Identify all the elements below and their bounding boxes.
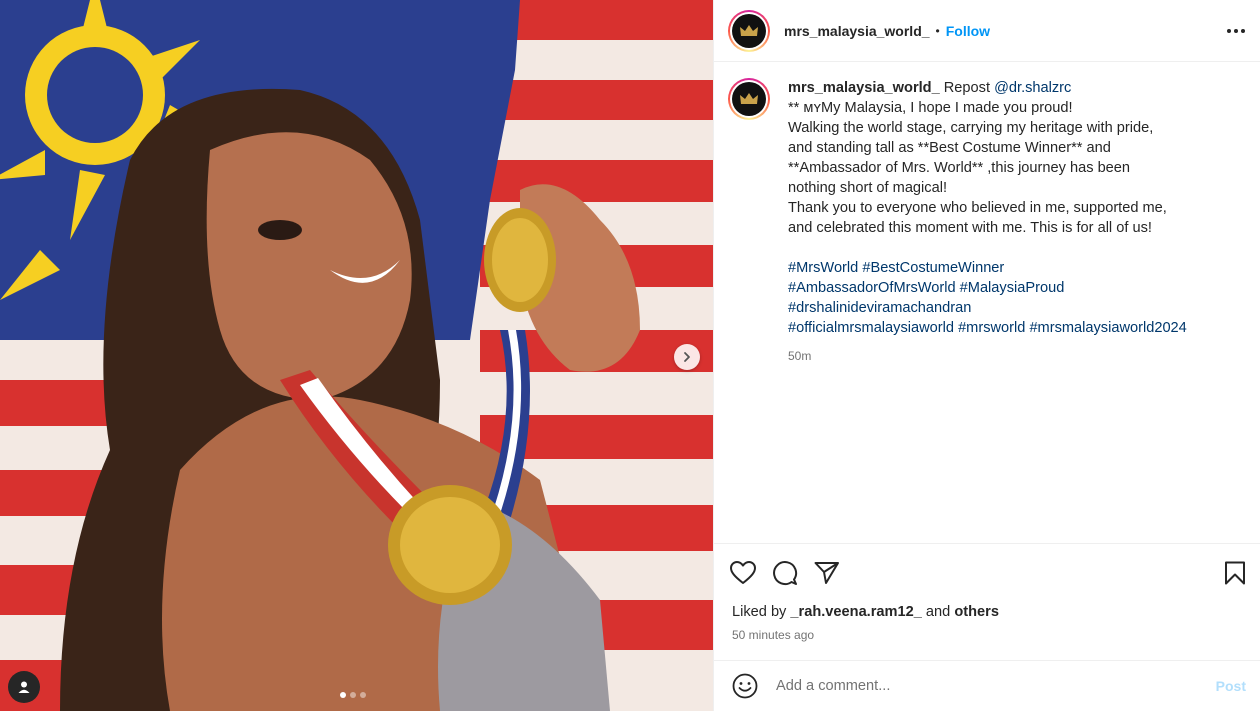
hashtag-link[interactable]: #mrsworld bbox=[958, 320, 1025, 336]
hashtag-line: #drshalinideviramachandran bbox=[788, 298, 1187, 318]
caption-avatar[interactable] bbox=[728, 78, 770, 120]
hashtag-link[interactable]: #AmbassadorOfMrsWorld bbox=[788, 280, 956, 296]
hashtag-link[interactable]: #MrsWorld bbox=[788, 260, 858, 276]
hashtag-line: #AmbassadorOfMrsWorld #MalaysiaProud bbox=[788, 278, 1187, 298]
hashtag-link[interactable]: #drshalinideviramachandran bbox=[788, 300, 971, 316]
post-side-panel: mrs_malaysia_world_ • Follow mrs_malaysi… bbox=[713, 0, 1260, 711]
send-icon bbox=[814, 562, 839, 584]
caption-repost-text: Repost bbox=[943, 80, 991, 96]
carousel-indicator bbox=[340, 692, 366, 698]
hashtag-line: #officialmrsmalaysiaworld #mrsworld #mrs… bbox=[788, 318, 1187, 338]
comment-box: Post bbox=[714, 660, 1260, 711]
carousel-dot bbox=[360, 692, 366, 698]
caption-line: and celebrated this moment with me. This… bbox=[788, 220, 1152, 236]
caption-body: mrs_malaysia_world_ Repost @dr.shalzrc *… bbox=[788, 78, 1187, 366]
header-separator: • bbox=[935, 23, 940, 38]
follow-button[interactable]: Follow bbox=[946, 23, 990, 39]
header-username[interactable]: mrs_malaysia_world_ bbox=[784, 23, 930, 39]
like-button[interactable] bbox=[730, 561, 756, 585]
hashtag-link[interactable]: #MalaysiaProud bbox=[960, 280, 1065, 296]
post-timestamp[interactable]: 50 minutes ago bbox=[732, 628, 814, 642]
likes-summary: Liked by _rah.veena.ram12_ and others bbox=[732, 604, 999, 620]
caption-line: Thank you to everyone who believed in me… bbox=[788, 200, 1167, 216]
tagged-users-button[interactable] bbox=[8, 671, 40, 703]
caption-line: Walking the world stage, carrying my her… bbox=[788, 120, 1154, 136]
crown-logo-icon bbox=[740, 24, 758, 36]
post-header: mrs_malaysia_world_ • Follow bbox=[714, 0, 1260, 62]
bookmark-icon bbox=[1225, 561, 1245, 585]
caption-line: ** ᴍʏMy Malaysia, I hope I made you prou… bbox=[788, 100, 1073, 116]
likes-others-link[interactable]: others bbox=[954, 604, 999, 620]
next-slide-button[interactable] bbox=[674, 344, 700, 370]
profile-avatar[interactable] bbox=[728, 9, 770, 52]
more-horizontal-icon bbox=[1227, 28, 1245, 33]
user-icon bbox=[18, 681, 30, 693]
heart-icon bbox=[730, 561, 756, 584]
hashtag-link[interactable]: #mrsmalaysiaworld2024 bbox=[1029, 320, 1186, 336]
caption-mention[interactable]: @dr.shalzrc bbox=[994, 80, 1071, 96]
more-options-button[interactable] bbox=[1226, 28, 1246, 34]
share-button[interactable] bbox=[814, 561, 840, 585]
caption-line: **Ambassador of Mrs. World** ,this journ… bbox=[788, 160, 1131, 176]
comment-input[interactable] bbox=[776, 678, 1216, 694]
emoji-icon bbox=[732, 673, 758, 699]
caption-line: and standing tall as **Best Costume Winn… bbox=[788, 140, 1111, 156]
hashtag-line: #MrsWorld #BestCostumeWinner bbox=[788, 258, 1187, 278]
liked-by-user-link[interactable]: _rah.veena.ram12_ bbox=[790, 604, 921, 620]
caption-time[interactable]: 50m bbox=[788, 346, 1187, 366]
post-media[interactable] bbox=[0, 0, 713, 711]
likes-prefix: Liked by bbox=[732, 604, 787, 620]
comment-icon bbox=[773, 561, 797, 585]
post-photo bbox=[0, 0, 713, 711]
caption-username[interactable]: mrs_malaysia_world_ bbox=[788, 80, 940, 96]
caption-header-line: mrs_malaysia_world_ Repost @dr.shalzrc bbox=[788, 78, 1187, 98]
caption-line: nothing short of magical! bbox=[788, 180, 947, 196]
hashtag-link[interactable]: #BestCostumeWinner bbox=[862, 260, 1004, 276]
likes-and: and bbox=[925, 604, 951, 620]
save-button[interactable] bbox=[1224, 561, 1246, 585]
post-caption: mrs_malaysia_world_ Repost @dr.shalzrc *… bbox=[728, 78, 1246, 366]
crown-logo-icon bbox=[740, 93, 758, 104]
hashtag-link[interactable]: #officialmrsmalaysiaworld bbox=[788, 320, 954, 336]
emoji-button[interactable] bbox=[732, 673, 758, 699]
action-bar bbox=[714, 543, 1260, 605]
comment-button[interactable] bbox=[772, 560, 798, 586]
post-comment-button[interactable]: Post bbox=[1216, 678, 1246, 694]
carousel-dot-active bbox=[340, 692, 346, 698]
chevron-right-icon bbox=[684, 352, 690, 362]
carousel-dot bbox=[350, 692, 356, 698]
